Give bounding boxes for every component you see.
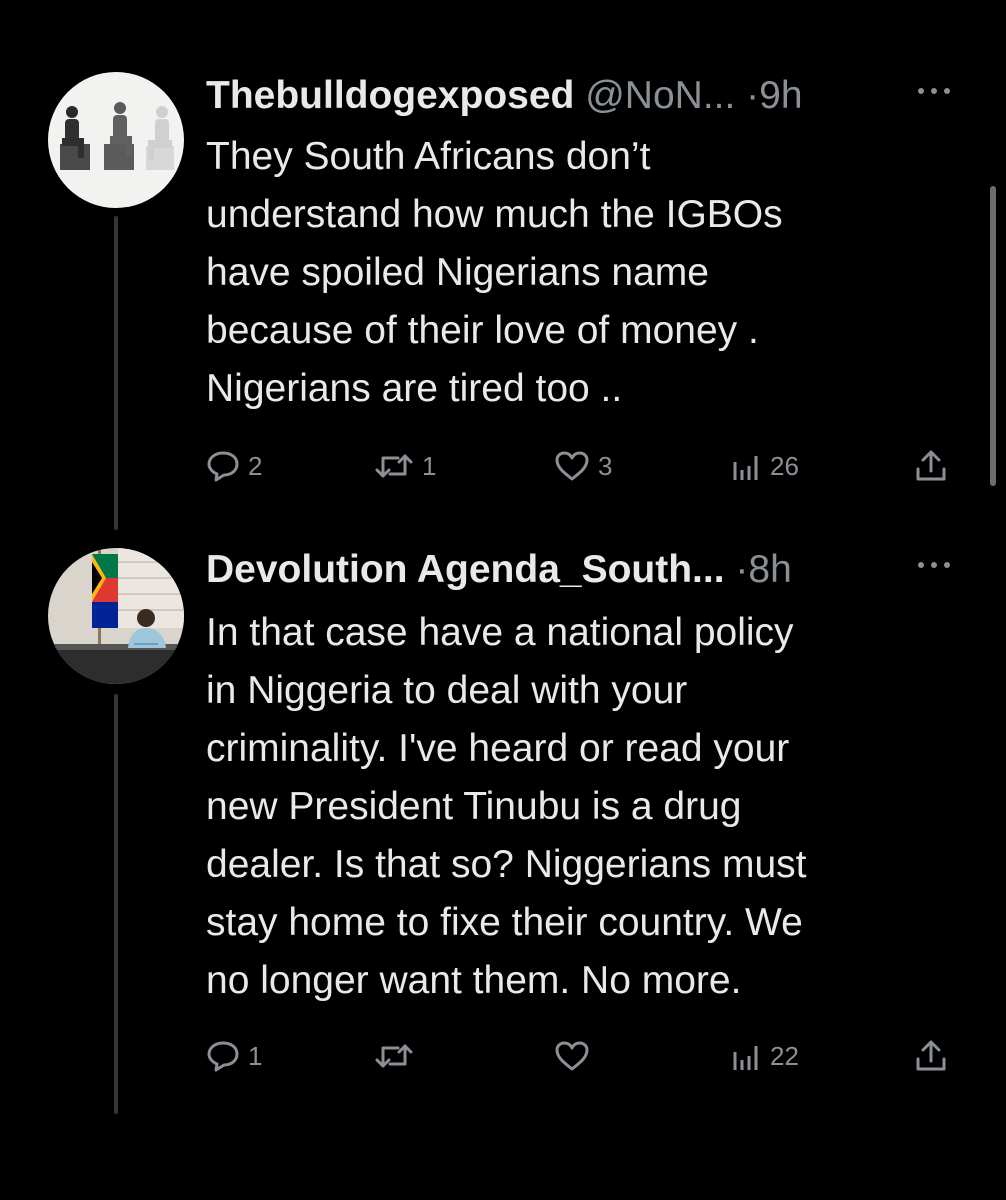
share-button[interactable] [914,446,948,486]
views-button[interactable]: 26 [730,446,799,486]
tweet-text: In that case have a national policy in N… [206,611,807,1002]
reply-count: 1 [248,1040,263,1071]
avatar-devolution-agenda[interactable] [48,548,184,684]
view-count: 26 [770,450,799,481]
views-button[interactable]: 22 [730,1036,799,1076]
tweet-text: They South Africans don’t understand how… [206,135,783,410]
like-button[interactable] [554,1036,598,1076]
thread-line-top [114,216,118,530]
reply-icon [207,1041,239,1072]
author-handle[interactable]: @NoN... [585,74,735,117]
scrollbar[interactable] [990,186,996,486]
reply-button[interactable]: 1 [206,1036,262,1076]
views-icon [733,456,758,480]
author-name[interactable]: Thebulldogexposed [206,74,574,117]
mannequins-avatar-icon [48,72,184,208]
reply-button[interactable]: 2 [206,446,262,486]
avatar-thebulldogexposed[interactable] [48,72,184,208]
like-count: 3 [598,450,613,481]
flag-office-avatar-icon [48,548,184,684]
reply-icon [207,451,239,482]
repost-icon [375,454,413,478]
repost-count: 1 [422,450,437,481]
like-button[interactable]: 3 [554,446,612,486]
heart-icon [555,451,589,481]
repost-icon [375,1044,413,1068]
heart-icon [555,1041,589,1071]
views-icon [733,1046,758,1070]
more-icon [918,88,950,94]
tweet-header: Devolution Agenda_South... ·8h [206,544,966,596]
action-bar: 1 22 [206,1036,956,1076]
separator-dot: · [735,548,749,591]
view-count: 22 [770,1040,799,1071]
more-button[interactable] [912,76,956,106]
author-name[interactable]: Devolution Agenda_South... [206,548,725,591]
repost-button[interactable]: 1 [374,446,436,486]
share-icon [916,450,946,481]
thread-line-bottom [114,694,118,1114]
share-button[interactable] [914,1036,948,1076]
share-icon [916,1040,946,1071]
more-button[interactable] [912,550,956,580]
more-icon [918,562,950,568]
repost-button[interactable] [374,1036,422,1076]
separator-dot: · [746,74,760,117]
action-bar: 2 1 3 26 [206,446,956,486]
reply-count: 2 [248,450,263,481]
timestamp[interactable]: 9h [759,74,802,117]
tweet-header: Thebulldogexposed @NoN... ·9h [206,70,966,122]
timestamp[interactable]: 8h [748,548,791,591]
